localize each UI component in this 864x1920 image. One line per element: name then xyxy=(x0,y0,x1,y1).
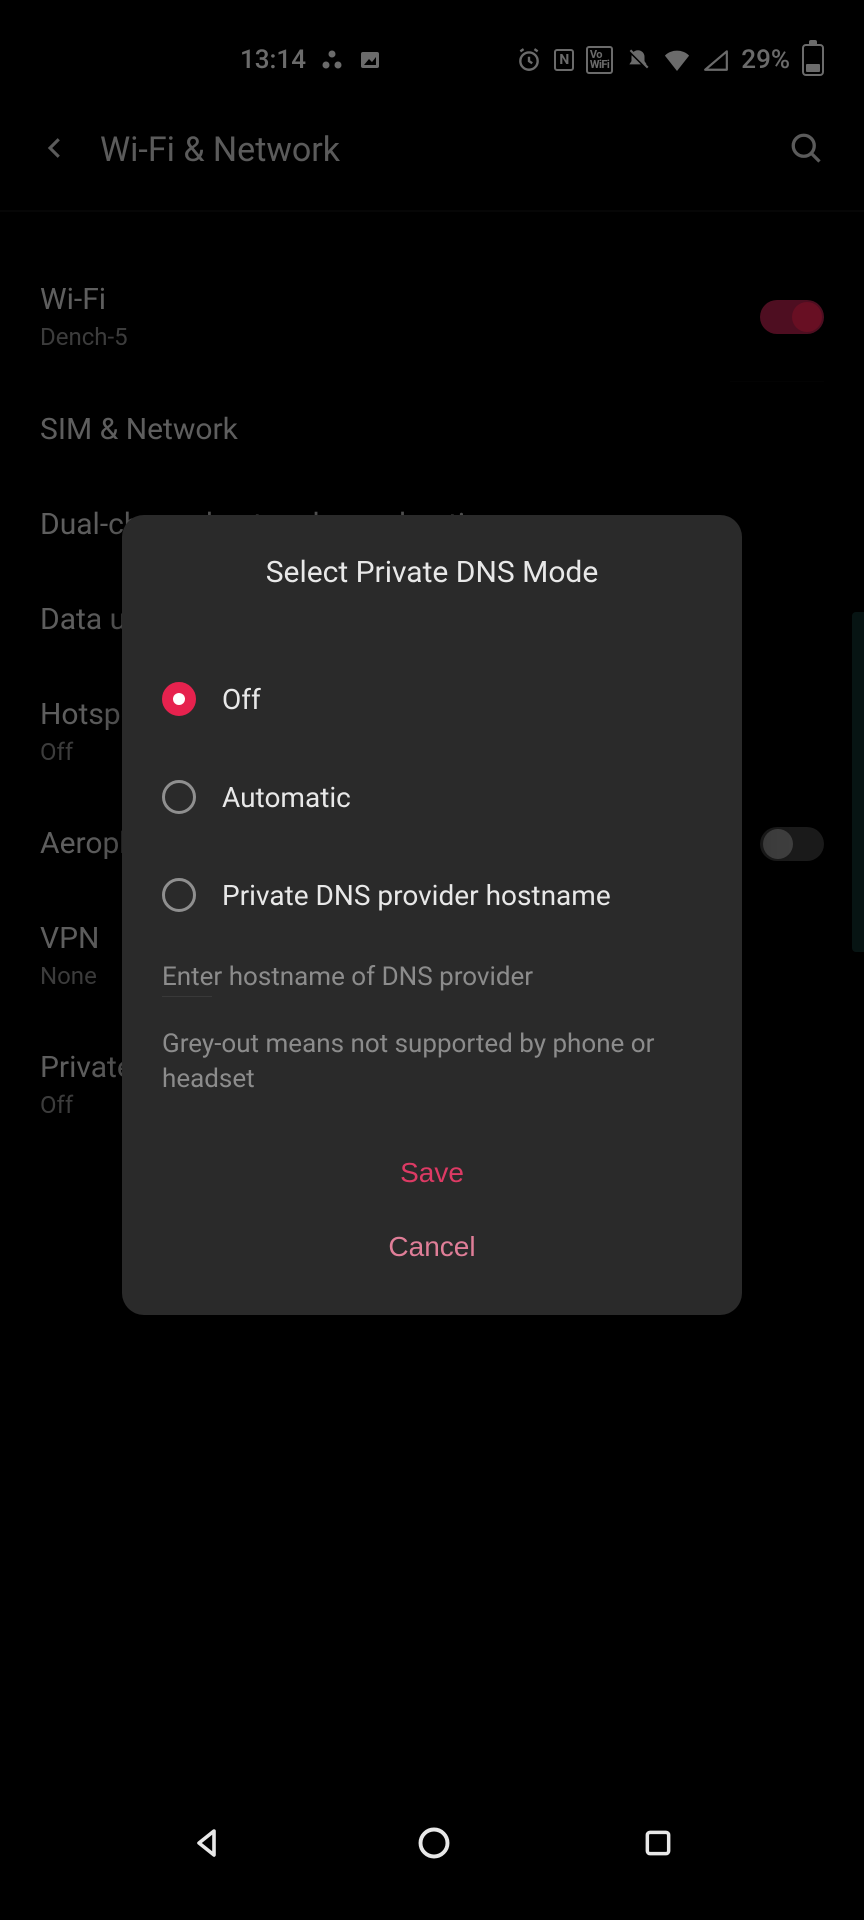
dialog-title: Select Private DNS Mode xyxy=(122,555,742,590)
nav-bar xyxy=(0,1800,864,1890)
nav-back-button[interactable] xyxy=(190,1825,226,1865)
radio-option-off[interactable]: Off xyxy=(122,650,742,748)
radio-icon xyxy=(162,878,196,912)
nav-recents-button[interactable] xyxy=(642,1827,674,1863)
radio-option-automatic[interactable]: Automatic xyxy=(122,748,742,846)
hostname-input[interactable]: Enter hostname of DNS provider xyxy=(162,962,702,992)
radio-option-hostname[interactable]: Private DNS provider hostname xyxy=(122,846,742,944)
cancel-button[interactable]: Cancel xyxy=(388,1231,475,1263)
nav-home-button[interactable] xyxy=(416,1825,452,1865)
save-button[interactable]: Save xyxy=(400,1157,464,1189)
dialog-note: Grey-out means not supported by phone or… xyxy=(122,997,742,1117)
radio-icon xyxy=(162,682,196,716)
radio-label: Private DNS provider hostname xyxy=(222,879,611,912)
radio-label: Off xyxy=(222,683,261,716)
private-dns-dialog: Select Private DNS Mode Off Automatic Pr… xyxy=(122,515,742,1315)
radio-icon xyxy=(162,780,196,814)
radio-label: Automatic xyxy=(222,781,351,814)
screen: 13:14 N VoWiFi 29% xyxy=(0,30,864,1890)
